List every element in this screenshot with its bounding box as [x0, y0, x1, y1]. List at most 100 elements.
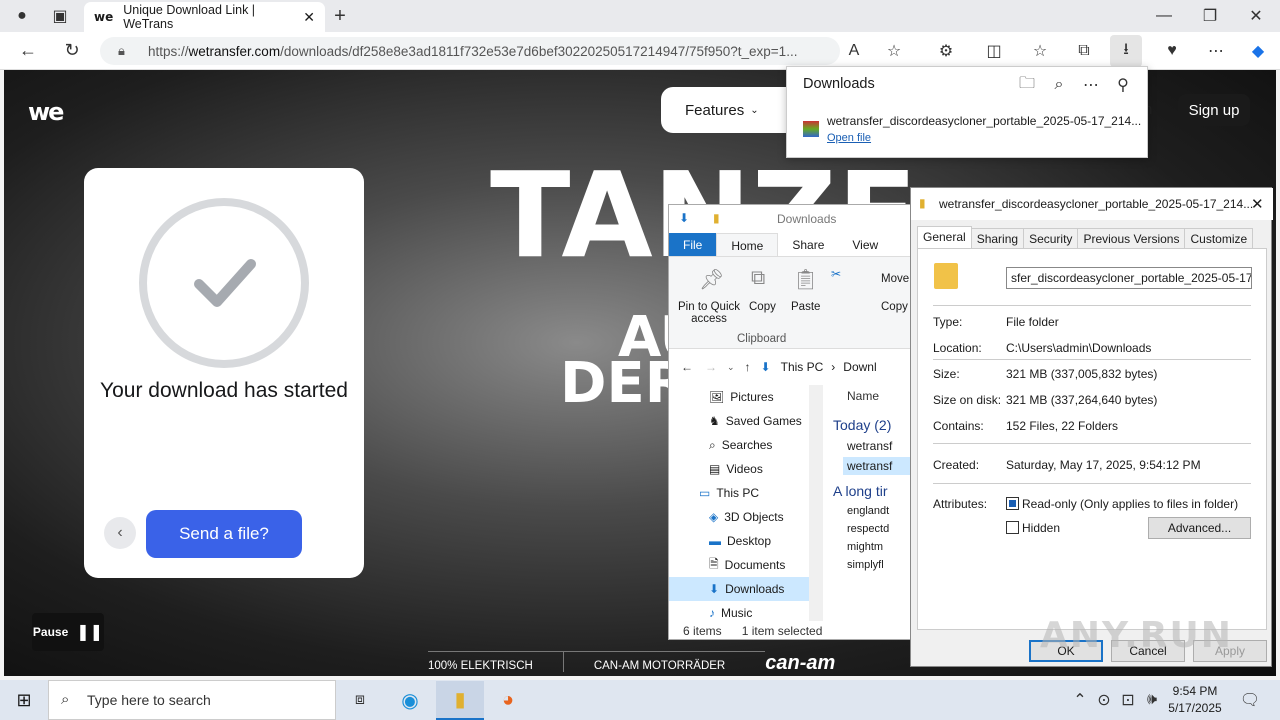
profile-icon[interactable]: ● — [8, 2, 36, 30]
breadcrumb-downloads[interactable]: Downl — [843, 360, 876, 374]
back-arrow-button[interactable]: ‹ — [104, 517, 136, 549]
explorer-status-bar: 6 items 1 item selected — [669, 621, 911, 639]
notifications-icon[interactable]: 🗨︎ — [1236, 686, 1264, 714]
edge-icon[interactable]: ◉ — [396, 686, 424, 714]
tab-sharing[interactable]: Sharing — [970, 228, 1025, 250]
folder-name-field[interactable]: sfer_discordeasycloner_portable_2025-05-… — [1006, 267, 1252, 289]
list-item[interactable]: respectd — [847, 523, 911, 535]
features-menu[interactable]: Features ⌄ — [661, 87, 801, 133]
tab-home[interactable]: Home — [716, 233, 779, 256]
explorer-title-bar: ⬇ ▮ Downloads — [669, 205, 911, 233]
tab-security[interactable]: Security — [1023, 228, 1079, 250]
back-icon[interactable]: ← — [14, 36, 42, 64]
url-field[interactable]: 🔒︎ https://wetransfer.com/downloads/df25… — [100, 37, 840, 65]
close-dialog-icon[interactable]: ✕ — [1251, 195, 1264, 213]
more-menu-icon[interactable]: ⋯ — [1202, 37, 1230, 65]
tree-item-videos[interactable]: ▤ Videos — [669, 457, 819, 481]
favorites-icon[interactable]: ☆ — [1026, 37, 1054, 65]
open-folder-icon[interactable]: 🗀 — [1013, 71, 1041, 99]
list-item[interactable]: mightm — [847, 541, 911, 553]
documents-icon: 🗎 — [709, 556, 719, 571]
read-aloud-icon[interactable]: A — [840, 37, 868, 65]
open-file-link[interactable]: Open file — [827, 132, 871, 144]
cut-icon[interactable]: ✂ — [831, 267, 841, 281]
taskbar-search[interactable]: ⌕ Type here to search — [48, 680, 336, 720]
up-icon[interactable]: ↑ — [745, 360, 751, 374]
tab-general[interactable]: General — [917, 226, 972, 250]
group-today[interactable]: Today (2) — [833, 417, 911, 433]
list-item[interactable]: simplyfl — [847, 559, 911, 571]
recent-locations-icon[interactable]: ⌄ — [727, 362, 735, 373]
browser-tab[interactable]: we Unique Download Link | WeTrans ✕ — [84, 2, 325, 32]
pin-icon[interactable]: ⚲ — [1109, 71, 1137, 99]
wetransfer-logo[interactable]: we — [28, 98, 64, 126]
copy-button[interactable]: Copy — [749, 301, 776, 313]
copilot-icon[interactable]: ◆ — [1244, 37, 1272, 65]
readonly-checkbox[interactable] — [1006, 497, 1019, 510]
new-tab-button[interactable]: + — [326, 2, 354, 30]
group-long-time[interactable]: A long tir — [833, 483, 911, 499]
taskbar-clock[interactable]: 9:54 PM 5/17/2025 — [1160, 683, 1230, 717]
pin-quick-access-button[interactable]: Pin to Quick access — [675, 301, 743, 325]
minimize-icon[interactable]: — — [1150, 2, 1178, 30]
hidden-checkbox[interactable] — [1006, 521, 1019, 534]
file-explorer-taskbar-icon[interactable]: ▮ — [436, 681, 484, 720]
forward-icon[interactable]: → — [705, 360, 717, 374]
paste-button[interactable]: Paste — [791, 301, 820, 313]
windows-start-icon[interactable]: ⊞ — [10, 686, 38, 714]
search-icon[interactable]: ⌕ — [1045, 71, 1073, 99]
downloads-path-icon: ⬇ — [760, 360, 771, 374]
more-options-icon[interactable]: ⋯ — [1077, 71, 1105, 99]
task-view-icon[interactable]: ⧈ — [346, 686, 374, 714]
favorite-star-icon[interactable]: ☆ — [880, 37, 908, 65]
tab-view[interactable]: View — [838, 233, 892, 256]
refresh-icon[interactable]: ↻ — [58, 36, 86, 64]
tab-share[interactable]: Share — [778, 233, 838, 256]
collections-icon[interactable]: ⧉ — [1070, 37, 1098, 65]
copy-to-button[interactable]: Copy — [881, 301, 908, 313]
restore-icon[interactable]: ❐ — [1196, 2, 1224, 30]
firefox-icon[interactable]: ◕ — [494, 686, 522, 714]
tree-label: 3D Objects — [724, 510, 784, 524]
advanced-button[interactable]: Advanced... — [1148, 517, 1251, 539]
folder-icon: ▮ — [713, 211, 720, 225]
tab-customize[interactable]: Customize — [1184, 228, 1254, 250]
back-icon[interactable]: ← — [681, 360, 693, 374]
tree-item-pictures[interactable]: 🖼︎ Pictures — [669, 385, 819, 409]
tree-scrollbar[interactable] — [809, 385, 823, 621]
downloads-flyout: Downloads 🗀 ⌕ ⋯ ⚲ wetransfer_discordeasy… — [786, 66, 1148, 158]
breadcrumb-this-pc[interactable]: This PC — [781, 360, 824, 374]
contains-label: Contains: — [933, 419, 984, 433]
list-item[interactable]: wetransf — [847, 439, 911, 453]
tree-item-desktop[interactable]: ▬ Desktop — [669, 529, 819, 553]
tree-item-3d-objects[interactable]: ◈ 3D Objects — [669, 505, 819, 529]
tree-item-downloads[interactable]: ⬇ Downloads — [669, 577, 819, 601]
split-screen-icon[interactable]: ◫ — [980, 37, 1008, 65]
browser-essentials-icon[interactable]: ♥ — [1158, 37, 1186, 65]
tree-item-documents[interactable]: 🗎 Documents — [669, 553, 819, 577]
send-file-button[interactable]: Send a file? — [146, 510, 302, 558]
extensions-icon[interactable]: ⚙ — [932, 37, 960, 65]
tree-item-searches[interactable]: ⌕ Searches — [669, 433, 819, 457]
list-item-selected[interactable]: wetransf — [843, 457, 911, 475]
column-header-name[interactable]: Name — [847, 389, 911, 403]
close-tab-icon[interactable]: ✕ — [303, 9, 315, 26]
can-am-logo[interactable]: can-am — [765, 648, 835, 675]
close-window-icon[interactable]: ✕ — [1242, 2, 1270, 30]
tab-file[interactable]: File — [669, 233, 717, 256]
wetransfer-favicon: we — [94, 10, 114, 24]
sign-up-button[interactable]: Sign up — [1178, 94, 1250, 126]
move-to-button[interactable]: Move — [881, 273, 909, 285]
download-file-name[interactable]: wetransfer_discordeasycloner_portable_20… — [827, 114, 1141, 128]
tab-actions-icon[interactable]: ▣ — [46, 2, 74, 30]
downloads-icon[interactable]: ⭳ — [1110, 35, 1142, 67]
list-item[interactable]: englandt — [847, 505, 911, 517]
tree-item-this-pc[interactable]: ▭ This PC — [669, 481, 819, 505]
tree-label: Music — [721, 606, 753, 620]
ad-footer-electric: 100% ELEKTRISCH — [428, 650, 563, 672]
saved-games-icon: ♞ — [709, 414, 720, 428]
tab-previous-versions[interactable]: Previous Versions — [1077, 228, 1186, 250]
tree-item-saved-games[interactable]: ♞ Saved Games — [669, 409, 819, 433]
download-arrow-icon: ⬇ — [679, 211, 690, 225]
pause-ad-button[interactable]: Pause ❚❚ — [32, 613, 104, 651]
